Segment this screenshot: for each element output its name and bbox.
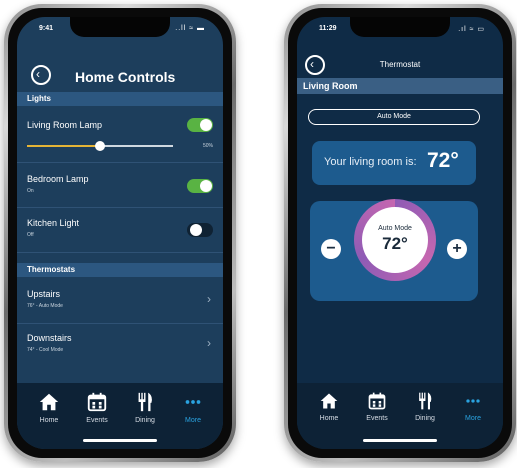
dial-mode-label: Auto Mode [378,225,412,232]
toggle-knob [200,180,212,192]
tab-home[interactable]: Home [27,391,71,424]
tab-label-more: More [465,415,481,422]
divider [17,162,223,163]
light-label-living-room: Living Room Lamp [27,120,103,130]
home-icon [320,393,338,409]
fork-knife-icon [419,392,432,410]
thermostat-dial-card: − Auto Mode 72° + [310,199,478,301]
thermostat-dial[interactable]: Auto Mode 72° [354,199,436,281]
tab-dining[interactable]: Dining [403,391,447,422]
tab-label-dining: Dining [415,415,435,422]
light-label-kitchen: Kitchen Light [27,218,80,228]
calendar-icon [368,392,386,410]
light-status-kitchen: Off [27,232,34,238]
more-icon [466,399,480,403]
toggle-living-room-lamp[interactable] [187,118,213,132]
toggle-knob [190,224,202,236]
tab-label-dining: Dining [135,417,155,424]
fork-knife-icon [138,392,152,412]
tab-label-events: Events [366,415,388,422]
room-header: Living Room [297,78,503,94]
tab-more[interactable]: More [171,391,215,424]
slider-thumb[interactable] [95,141,105,151]
page-title: Thermostat [379,60,421,69]
more-icon [185,400,201,404]
status-time: 9:41 [39,25,54,32]
thermostat-status-downstairs: 74° - Cool Mode [27,347,64,353]
light-status-bedroom: On [27,188,34,194]
toggle-bedroom-lamp[interactable] [187,179,213,193]
phone-home-controls: 9:41 ..ll ≈ ▬ ‹ Home Controls Lights Liv… [4,4,236,462]
home-icon [39,393,59,411]
phone-notch [350,17,450,37]
status-icons: ..ll ≈ ▬ [175,25,205,32]
divider [17,207,223,208]
brightness-slider[interactable] [27,141,173,151]
home-controls-screen: 9:41 ..ll ≈ ▬ ‹ Home Controls Lights Liv… [17,17,223,449]
back-button[interactable]: ‹ [31,65,51,85]
chevron-right-icon: › [207,336,211,350]
chevron-right-icon: › [207,292,211,306]
decrease-temp-button[interactable]: − [321,239,341,259]
page-title: Home Controls [75,69,176,85]
tab-dining[interactable]: Dining [123,391,167,424]
thermostat-status-upstairs: 76° - Auto Mode [27,303,63,309]
tab-more[interactable]: More [451,391,495,422]
thermostat-row-upstairs[interactable]: Upstairs 76° - Auto Mode › [17,283,223,321]
divider [17,323,223,324]
current-temp-value: 72° [427,149,459,172]
dial-temp-value: 72° [382,234,408,253]
brightness-value: 50% [202,143,213,149]
thermostat-label-downstairs: Downstairs [27,333,72,343]
tab-label-events: Events [86,417,108,424]
phone-thermostat: 11:29 .ıl ≈ ▭ ‹ Thermostat Living Room A… [284,4,516,462]
light-label-bedroom: Bedroom Lamp [27,174,89,184]
phone-bezel: 9:41 ..ll ≈ ▬ ‹ Home Controls Lights Liv… [8,8,232,458]
tab-events[interactable]: Events [355,391,399,422]
tab-label-home: Home [319,415,339,422]
tab-label-more: More [185,417,201,424]
calendar-icon [87,392,107,412]
status-time: 11:29 [319,25,337,32]
tab-events[interactable]: Events [75,391,119,424]
tab-home[interactable]: Home [307,391,351,422]
toggle-kitchen-light[interactable] [187,223,213,237]
thermostat-row-downstairs[interactable]: Downstairs 74° - Cool Mode › [17,327,223,365]
increase-temp-button[interactable]: + [447,239,467,259]
tab-label-home: Home [39,417,59,424]
home-indicator [363,439,437,442]
toggle-knob [200,119,212,131]
thermostat-label-upstairs: Upstairs [27,289,61,299]
chevron-left-icon: ‹ [36,67,40,81]
current-temp-label: Your living room is: [324,156,417,168]
section-header-thermostats: Thermostats [17,263,223,277]
home-indicator [83,439,157,442]
tab-bar: Home Events Dining More [297,383,503,449]
tab-bar: Home Events Dining More [17,383,223,449]
divider [17,252,223,253]
auto-mode-button[interactable]: Auto Mode [308,109,480,125]
slider-fill [27,145,100,147]
phone-bezel: 11:29 .ıl ≈ ▭ ‹ Thermostat Living Room A… [288,8,512,458]
phone-notch [70,17,170,37]
current-temp-card: Your living room is: 72° [312,141,476,185]
section-header-lights: Lights [17,92,223,106]
status-icons: .ıl ≈ ▭ [458,26,485,33]
dial-face: Auto Mode 72° [362,207,428,273]
thermostat-screen: 11:29 .ıl ≈ ▭ ‹ Thermostat Living Room A… [297,17,503,449]
